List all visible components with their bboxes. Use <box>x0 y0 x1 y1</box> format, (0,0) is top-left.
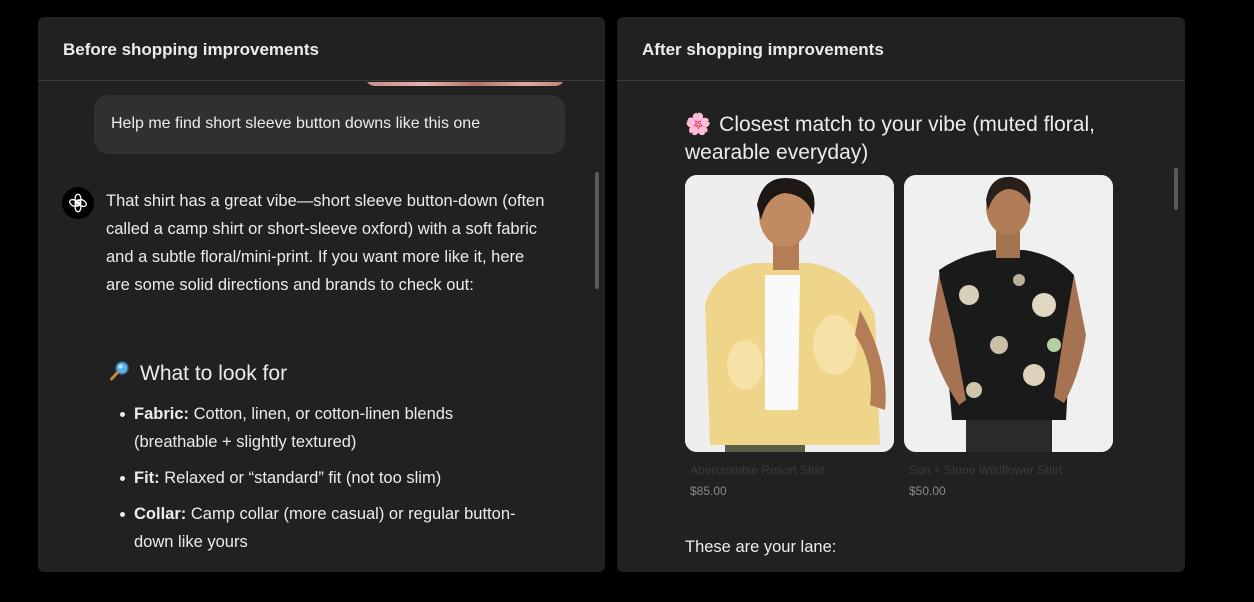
product-image-black-floral-shirt[interactable] <box>904 175 1113 452</box>
tips-list: Fabric: Cotton, linen, or cotton-linen b… <box>120 400 534 564</box>
magnifier-icon <box>108 359 132 389</box>
bullet-label: Fabric: <box>134 405 190 423</box>
bullet-text: Relaxed or “standard” fit (not too slim) <box>164 469 442 487</box>
product-card[interactable]: Abercrombie Resort Shirt $85.00 <box>685 175 894 498</box>
uploaded-image-thumbnail[interactable] <box>365 82 565 86</box>
lane-text: These are your lane: <box>685 538 837 556</box>
after-panel-header: After shopping improvements <box>617 17 1185 81</box>
after-panel: After shopping improvements 🌸 Closest mat… <box>617 17 1185 572</box>
product-card[interactable]: Sun + Stone Wildflower Shirt $50.00 <box>904 175 1113 498</box>
closest-match-text: Closest match to your vibe (muted floral… <box>685 113 1095 164</box>
before-chat-area[interactable]: Help me find short sleeve button downs l… <box>38 82 605 572</box>
user-message-text: Help me find short sleeve button downs l… <box>111 115 481 132</box>
closest-match-heading: 🌸 Closest match to your vibe (muted flora… <box>685 111 1105 167</box>
list-item: Fit: Relaxed or “standard” fit (not too … <box>120 464 534 492</box>
before-panel: Before shopping improvements Help me fin… <box>38 17 605 572</box>
user-message-bubble: Help me find short sleeve button downs l… <box>94 95 565 154</box>
after-panel-title: After shopping improvements <box>642 40 884 59</box>
assistant-message-text: That shirt has a great vibe—short sleeve… <box>106 192 545 294</box>
product-name[interactable]: Abercrombie Resort Shirt <box>690 463 894 477</box>
after-scrollbar[interactable] <box>1174 168 1178 210</box>
bullet-label: Collar: <box>134 505 187 523</box>
list-item: Fabric: Cotton, linen, or cotton-linen b… <box>120 400 534 456</box>
assistant-logo-icon <box>62 187 94 219</box>
cherry-blossom-icon: 🌸 <box>685 113 712 136</box>
what-to-look-for-heading: What to look for <box>108 359 287 389</box>
before-panel-header: Before shopping improvements <box>38 17 605 81</box>
section-heading-text: What to look for <box>140 362 288 385</box>
list-item: Collar: Camp collar (more casual) or reg… <box>120 500 534 556</box>
bullet-text: Camp collar (more casual) or regular but… <box>134 505 516 551</box>
before-scrollbar[interactable] <box>595 172 599 289</box>
after-chat-area[interactable]: 🌸 Closest match to your vibe (muted flora… <box>617 82 1185 572</box>
bullet-label: Fit: <box>134 469 160 487</box>
product-price: $50.00 <box>909 484 946 498</box>
before-panel-title: Before shopping improvements <box>63 40 319 59</box>
product-name[interactable]: Sun + Stone Wildflower Shirt <box>909 463 1113 477</box>
product-price: $85.00 <box>690 484 727 498</box>
product-image-yellow-shirt[interactable] <box>685 175 894 452</box>
